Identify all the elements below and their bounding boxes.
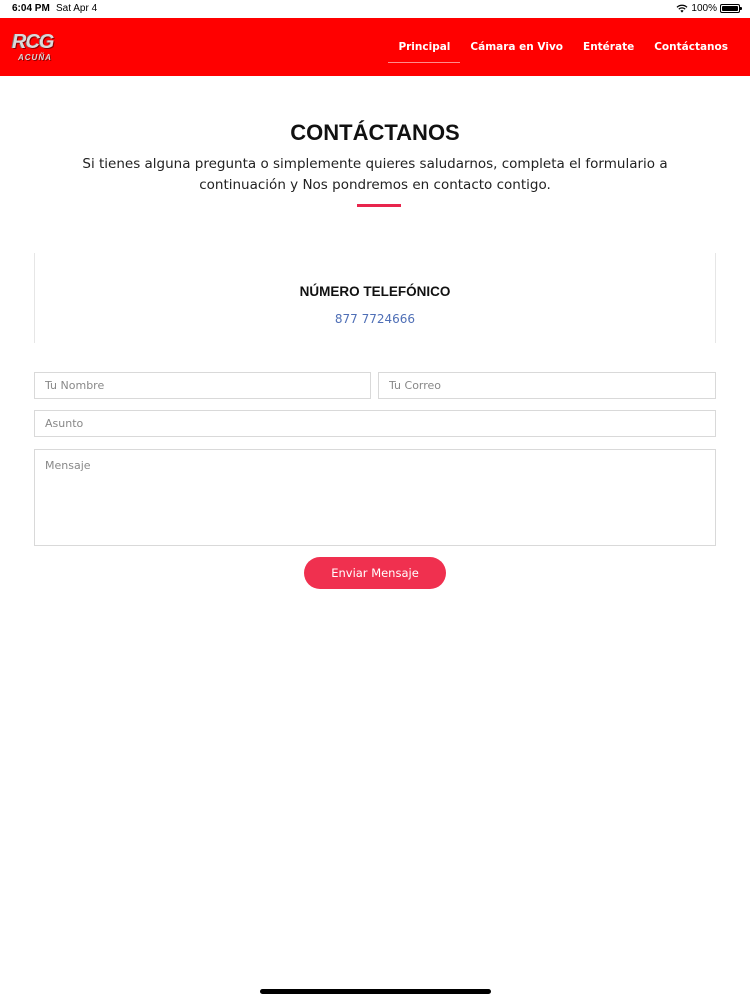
- send-message-button[interactable]: Enviar Mensaje: [304, 557, 446, 589]
- battery-percent: 100%: [691, 3, 717, 14]
- nav-item-enterate[interactable]: Entérate: [573, 18, 644, 76]
- logo-text: RCG: [12, 31, 54, 53]
- site-header: RCG ACUÑA Principal Cámara en Vivo Entér…: [0, 18, 750, 76]
- status-right: 100%: [676, 3, 742, 14]
- phone-number-link[interactable]: 877 7724666: [35, 312, 715, 326]
- title-divider: [357, 204, 401, 207]
- battery-icon: [720, 4, 742, 13]
- nav-item-contactanos[interactable]: Contáctanos: [644, 18, 738, 76]
- email-input[interactable]: [378, 372, 716, 399]
- home-indicator: [260, 989, 491, 994]
- phone-info-box: NÚMERO TELEFÓNICO 877 7724666: [34, 253, 716, 343]
- phone-title: NÚMERO TELEFÓNICO: [299, 284, 451, 299]
- status-date: Sat Apr 4: [56, 3, 98, 14]
- section-description: Si tienes alguna pregunta o simplemente …: [82, 156, 668, 193]
- nav-item-camara-en-vivo[interactable]: Cámara en Vivo: [460, 18, 573, 76]
- message-textarea[interactable]: [34, 449, 716, 546]
- status-time: 6:04 PM: [12, 3, 50, 14]
- main-nav: Principal Cámara en Vivo Entérate Contác…: [388, 18, 738, 76]
- nav-item-principal[interactable]: Principal: [388, 18, 461, 76]
- logo-subtext: ACUÑA: [18, 53, 52, 62]
- section-title: CONTÁCTANOS: [290, 120, 460, 145]
- name-input[interactable]: [34, 372, 371, 399]
- status-bar: 6:04 PM Sat Apr 4 100%: [0, 0, 750, 18]
- logo[interactable]: RCG ACUÑA: [12, 32, 62, 64]
- subject-input[interactable]: [34, 410, 716, 437]
- wifi-icon: [676, 4, 688, 13]
